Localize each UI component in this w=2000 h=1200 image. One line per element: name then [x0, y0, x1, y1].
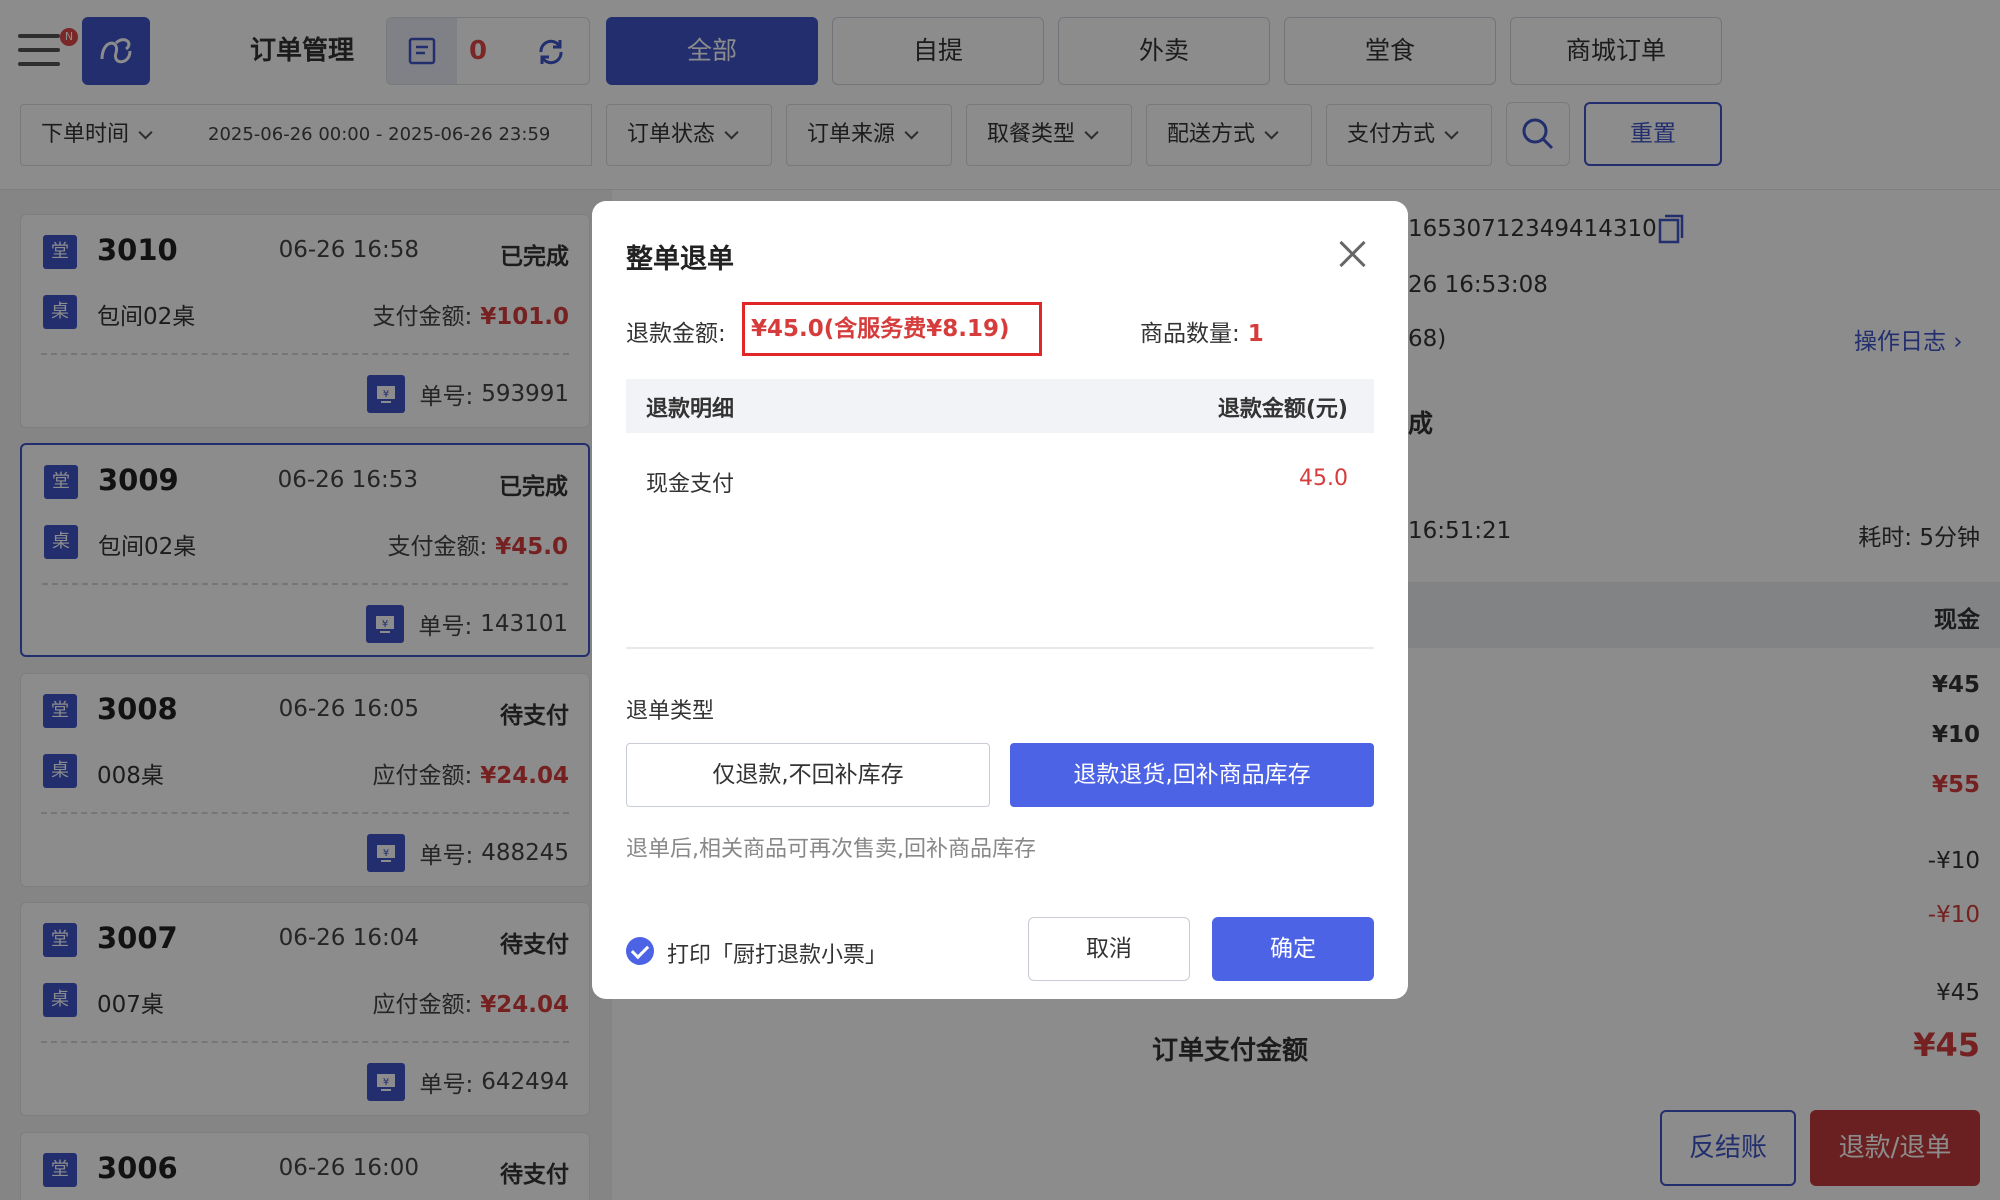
item-quantity: 商品数量: 1	[1140, 314, 1264, 348]
close-icon[interactable]	[1338, 239, 1368, 269]
refund-method: 现金支付	[646, 472, 735, 497]
print-receipt-checkbox[interactable]	[626, 937, 654, 965]
confirm-button[interactable]: 确定	[1212, 917, 1374, 981]
refund-dialog: 整单退单 退款金额: ¥45.0(含服务费¥8.19) 商品数量: 1 退款明细 …	[592, 201, 1408, 999]
refund-type-label: 退单类型	[626, 699, 715, 724]
refund-type-hint: 退单后,相关商品可再次售卖,回补商品库存	[626, 837, 1036, 862]
divider	[626, 647, 1374, 649]
refund-and-return-option[interactable]: 退款退货,回补商品库存	[1010, 743, 1374, 807]
refund-amount-label: 退款金额:	[626, 321, 726, 347]
refund-only-option[interactable]: 仅退款,不回补库存	[626, 743, 990, 807]
cancel-button[interactable]: 取消	[1028, 917, 1190, 981]
refund-row-amount: 45.0	[1299, 466, 1348, 491]
refund-amount: ¥45.0(含服务费¥8.19)	[742, 302, 1042, 356]
item-quantity-value: 1	[1247, 321, 1264, 347]
col-refund-amount: 退款金额(元)	[1217, 397, 1348, 422]
refund-detail-header: 退款明细 退款金额(元)	[626, 379, 1374, 433]
print-receipt-label[interactable]: 打印「厨打退款小票」	[667, 937, 887, 969]
col-refund-detail: 退款明细	[646, 397, 735, 422]
dialog-title: 整单退单	[626, 244, 734, 275]
item-quantity-label: 商品数量:	[1140, 321, 1240, 347]
